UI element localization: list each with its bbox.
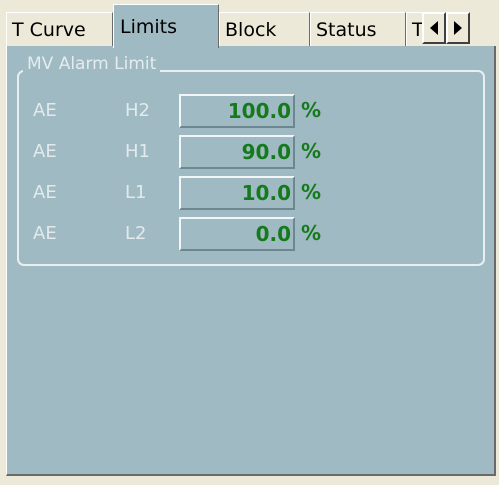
alarm-status-label: AE <box>33 223 57 244</box>
unit-label: % <box>301 98 322 122</box>
tab-t-curve[interactable]: T Curve <box>6 12 113 46</box>
alarm-status-label: AE <box>33 141 57 162</box>
limits-panel: MV Alarm Limit AE H2 100.0 % AE H1 90.0 … <box>6 46 496 476</box>
unit-label: % <box>301 221 322 245</box>
tab-clipped[interactable]: T <box>406 12 422 46</box>
limit-row-h1: AE H1 90.0 % <box>7 135 475 171</box>
limit-name-label: H2 <box>125 100 150 121</box>
limit-row-l2: AE L2 0.0 % <box>7 217 475 253</box>
arrow-right-icon <box>454 21 462 35</box>
limit-name-label: H1 <box>125 141 150 162</box>
group-title: MV Alarm Limit <box>23 54 161 74</box>
limit-row-h2: AE H2 100.0 % <box>7 94 475 130</box>
faceplate-window: T Curve Limits Block Status T MV Alarm L… <box>0 0 499 485</box>
tab-strip: T Curve Limits Block Status T <box>6 4 496 48</box>
unit-label: % <box>301 180 322 204</box>
tab-limits[interactable]: Limits <box>113 4 219 48</box>
tab-scroll-right-button[interactable] <box>446 12 470 44</box>
limit-row-l1: AE L1 10.0 % <box>7 176 475 212</box>
limit-value-field[interactable]: 90.0 <box>179 135 295 169</box>
alarm-status-label: AE <box>33 182 57 203</box>
tab-block[interactable]: Block <box>219 12 310 46</box>
limit-value-field[interactable]: 100.0 <box>179 94 295 128</box>
arrow-left-icon <box>430 21 438 35</box>
limit-name-label: L1 <box>125 182 147 203</box>
limit-value-field[interactable]: 10.0 <box>179 176 295 210</box>
alarm-status-label: AE <box>33 100 57 121</box>
tab-scroll-left-button[interactable] <box>422 12 446 44</box>
limit-name-label: L2 <box>125 223 147 244</box>
tab-status[interactable]: Status <box>310 12 406 46</box>
unit-label: % <box>301 139 322 163</box>
limit-value-field[interactable]: 0.0 <box>179 217 295 251</box>
